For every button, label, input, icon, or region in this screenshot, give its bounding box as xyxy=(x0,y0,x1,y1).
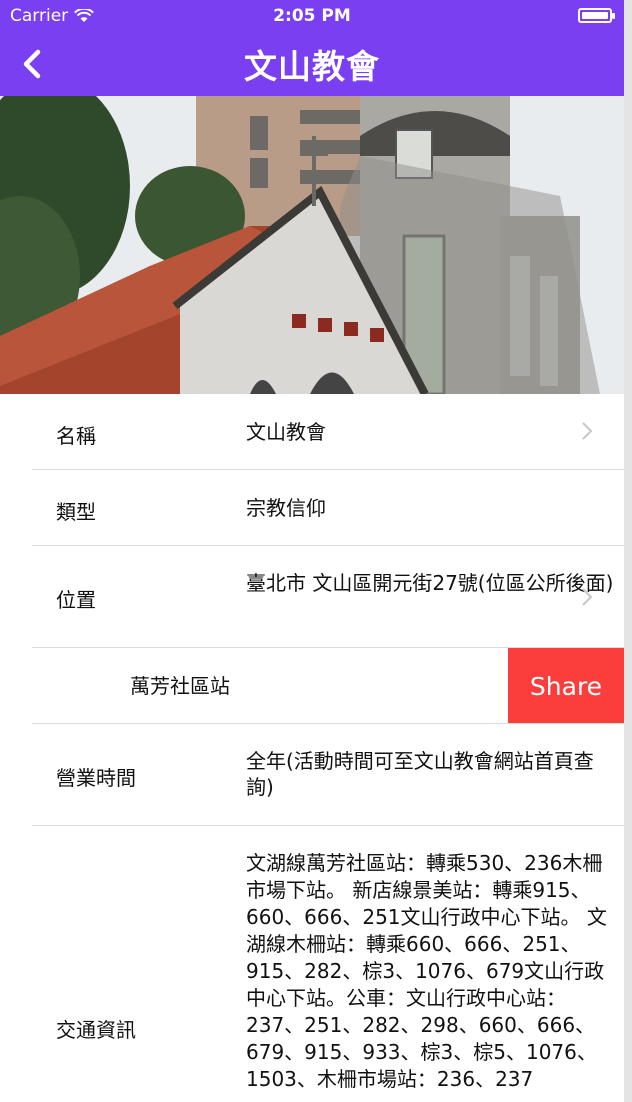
top-bar: Carrier 2:05 PM 文山教會 xyxy=(0,0,624,96)
status-bar: Carrier 2:05 PM xyxy=(0,0,624,32)
detail-list: 名稱 文山教會 類型 宗教信仰 位置 臺北市 文山區開元街27號(位區公所後面)… xyxy=(0,394,624,1102)
battery-icon xyxy=(578,8,615,23)
chevron-right-icon xyxy=(582,422,593,440)
navigation-bar: 文山教會 xyxy=(0,32,624,96)
hero-photo xyxy=(0,96,624,394)
row-name[interactable]: 名稱 文山教會 xyxy=(0,394,624,470)
church-photo xyxy=(0,96,624,394)
hours-value: 全年(活動時間可至文山教會網站首頁查詢) xyxy=(246,749,594,799)
name-value: 文山教會 xyxy=(246,420,326,444)
name-label: 名稱 xyxy=(56,424,96,448)
location-label: 位置 xyxy=(56,588,96,612)
row-hours: 營業時間 全年(活動時間可至文山教會網站首頁查詢) xyxy=(0,724,624,826)
location-value: 臺北市 文山區開元街27號(位區公所後面) xyxy=(246,571,614,595)
type-value: 宗教信仰 xyxy=(246,496,326,520)
page-title: 文山教會 xyxy=(244,47,380,86)
chevron-right-icon xyxy=(582,588,593,606)
transport-label: 交通資訊 xyxy=(56,1018,136,1042)
share-button[interactable]: Share xyxy=(508,648,624,724)
hours-label: 營業時間 xyxy=(56,766,136,790)
row-location[interactable]: 位置 臺北市 文山區開元街27號(位區公所後面) xyxy=(0,546,624,648)
transport-value: 文湖線萬芳社區站：轉乘530、236木柵市場下站。 新店線景美站：轉乘915、6… xyxy=(246,851,607,1091)
row-station[interactable]: 萬芳社區站 Share xyxy=(0,648,624,724)
type-label: 類型 xyxy=(56,500,96,524)
clock: 2:05 PM xyxy=(273,6,351,26)
app-screen: Carrier 2:05 PM 文山教會 名稱 文山教會 類型 宗教信仰 位置 … xyxy=(0,0,624,1102)
window-edge xyxy=(624,0,632,1102)
row-type: 類型 宗教信仰 xyxy=(0,470,624,546)
row-transport: 交通資訊 文湖線萬芳社區站：轉乘530、236木柵市場下站。 新店線景美站：轉乘… xyxy=(0,826,624,1102)
